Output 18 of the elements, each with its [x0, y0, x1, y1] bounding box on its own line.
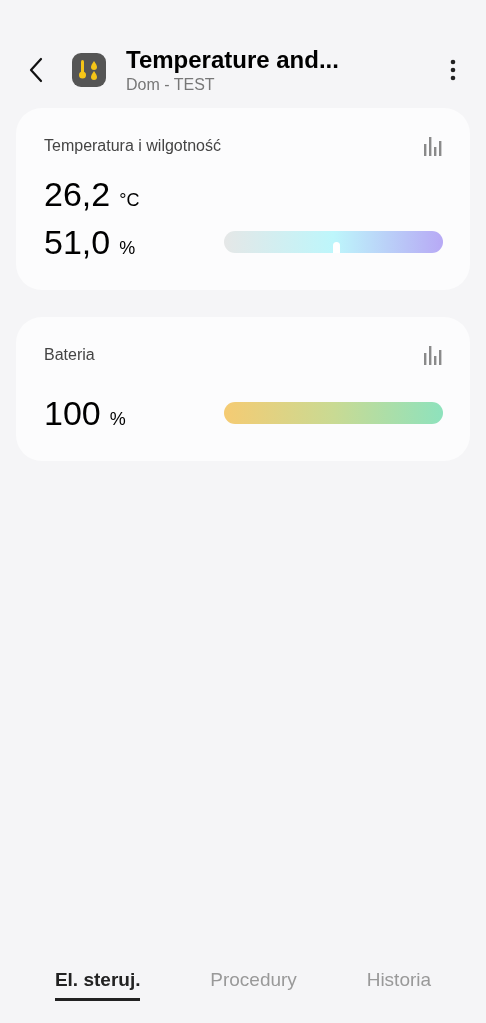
sensor-card[interactable]: Bateria 100 %	[16, 317, 470, 461]
more-options-icon[interactable]	[450, 59, 456, 81]
card-title: Temperatura i wilgotność	[44, 136, 221, 156]
chart-icon[interactable]	[423, 345, 443, 365]
sensor-card[interactable]: Temperatura i wilgotność 26,2 °C 51,0 %	[16, 108, 470, 290]
location-subtitle: Dom - TEST	[126, 75, 216, 95]
reading-value: 26,2	[44, 177, 111, 211]
thermometer-drops-icon	[72, 53, 106, 87]
chart-icon[interactable]	[423, 136, 443, 156]
back-icon[interactable]	[28, 57, 44, 83]
reading-unit: %	[119, 239, 136, 257]
device-title: Temperature and...	[126, 45, 340, 75]
card-title: Bateria	[44, 345, 95, 365]
reading-value: 100	[44, 396, 101, 430]
reading-value: 51,0	[44, 225, 111, 259]
reading-unit: °C	[119, 191, 140, 209]
reading-unit: %	[109, 410, 126, 428]
tab[interactable]: El. steruj.	[54, 965, 141, 1001]
